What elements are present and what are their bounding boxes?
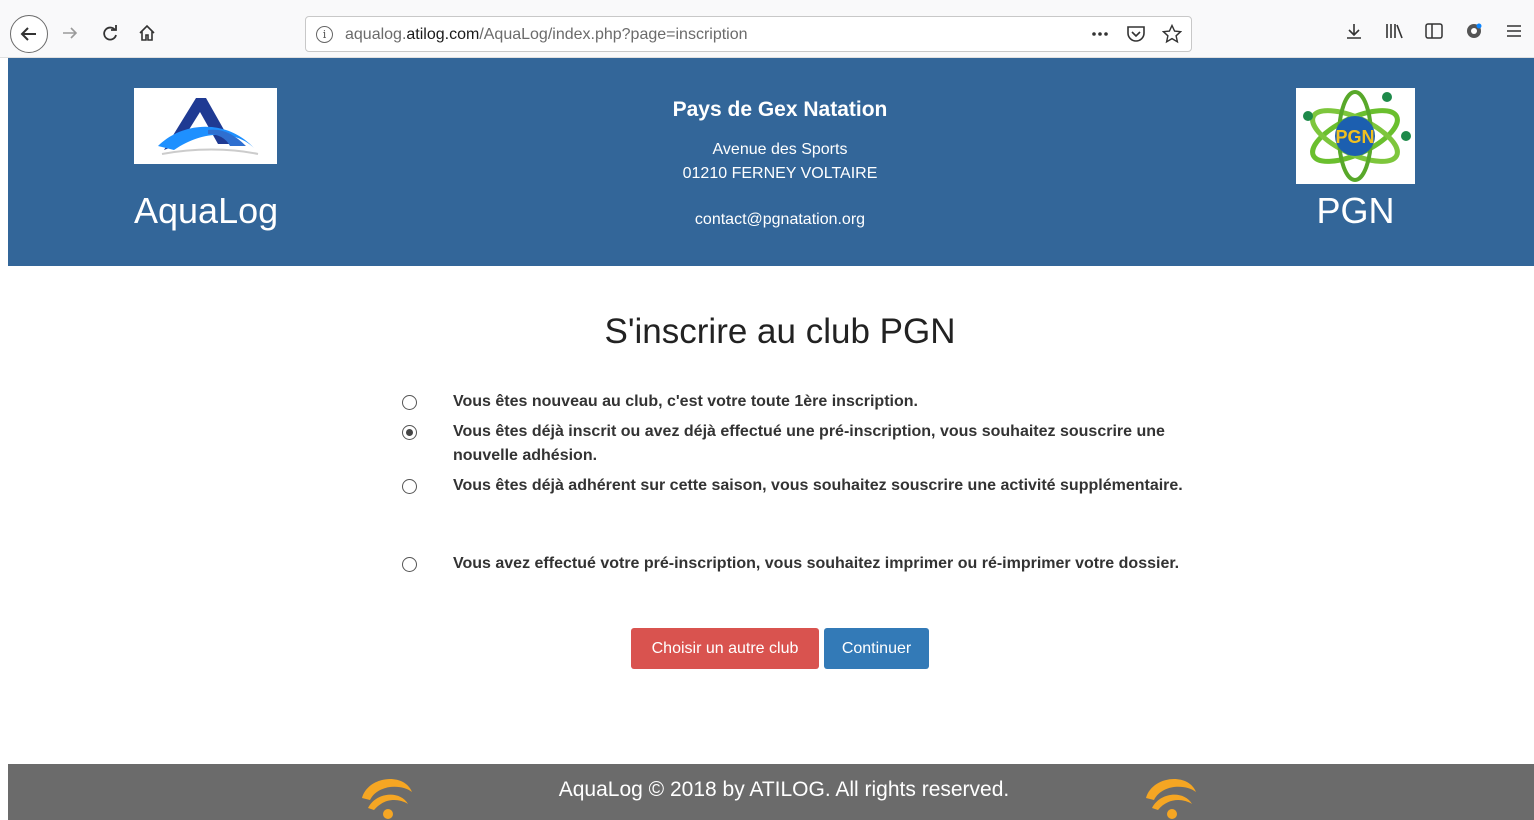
forward-button[interactable] — [56, 19, 84, 47]
option-label[interactable]: Vous avez effectué votre pré-inscription… — [453, 552, 1213, 576]
url-bar[interactable]: i aqualog.atilog.com/AquaLog/index.php?p… — [305, 16, 1192, 52]
radio-new-member[interactable] — [402, 395, 417, 410]
radio-extra-activity[interactable] — [402, 479, 417, 494]
reload-icon — [103, 25, 117, 41]
url-text[interactable]: aqualog.atilog.com/AquaLog/index.php?pag… — [345, 26, 748, 44]
footer-copyright: AquaLog © 2018 by ATILOG. All rights res… — [558, 778, 1010, 801]
option-label[interactable]: Vous êtes nouveau au club, c'est votre t… — [453, 390, 1213, 414]
info-icon[interactable]: i — [316, 26, 333, 43]
option-label[interactable]: Vous êtes déjà adhérent sur cette saison… — [453, 474, 1213, 498]
site-header: AquaLog Pays de Gex Natation Avenue des … — [8, 58, 1534, 266]
pgn-label: PGN — [1316, 190, 1395, 231]
back-button[interactable] — [10, 15, 48, 53]
arrow-right-icon — [63, 27, 78, 39]
library-icon[interactable] — [1382, 19, 1406, 43]
atilog-logo-right — [1142, 770, 1198, 820]
radio-renewal[interactable] — [402, 425, 417, 440]
extension-icon[interactable] — [1462, 19, 1486, 43]
pgn-logo-badge: PGN — [1335, 127, 1374, 147]
pgn-logo[interactable]: PGN — [1296, 88, 1415, 184]
option-label[interactable]: Vous êtes déjà inscrit ou avez déjà effe… — [453, 420, 1213, 468]
reload-button[interactable] — [96, 19, 124, 47]
site-footer: AquaLog © 2018 by ATILOG. All rights res… — [8, 764, 1534, 820]
page-actions-icon[interactable] — [1087, 21, 1113, 47]
arrow-left-icon — [20, 27, 36, 41]
pocket-icon[interactable] — [1123, 21, 1149, 47]
sidebar-icon[interactable] — [1422, 19, 1446, 43]
download-icon[interactable] — [1342, 19, 1366, 43]
continue-button[interactable]: Continuer — [824, 628, 929, 669]
home-button[interactable] — [133, 19, 161, 47]
page-title: S'inscrire au club PGN — [604, 312, 956, 351]
home-icon — [139, 24, 155, 41]
bookmark-star-icon[interactable] — [1159, 21, 1185, 47]
choose-other-club-button[interactable]: Choisir un autre club — [631, 628, 819, 669]
radio-print-file[interactable] — [402, 557, 417, 572]
menu-icon[interactable] — [1502, 19, 1526, 43]
browser-toolbar: i aqualog.atilog.com/AquaLog/index.php?p… — [0, 0, 1534, 58]
